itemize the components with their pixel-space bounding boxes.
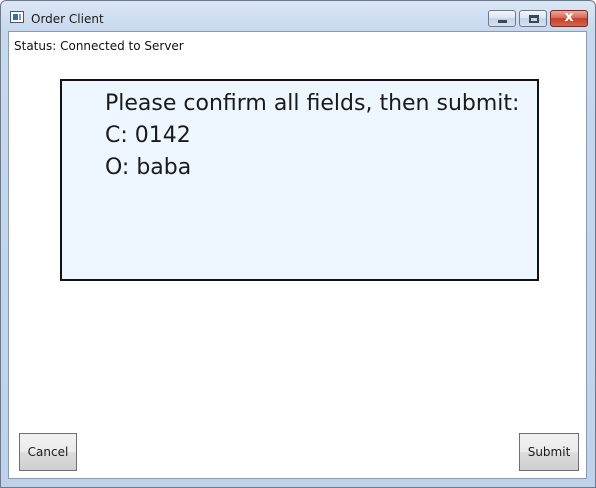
confirmation-prompt: Please confirm all fields, then submit: <box>105 91 520 116</box>
confirmation-field-o: O: baba <box>105 155 192 180</box>
app-window: Order Client x Status: Connected to Serv… <box>0 0 596 488</box>
confirmation-panel: Please confirm all fields, then submit: … <box>60 79 539 281</box>
close-button[interactable]: x <box>550 9 588 27</box>
maximize-icon <box>529 15 539 23</box>
close-icon: x <box>564 9 574 25</box>
cancel-button[interactable]: Cancel <box>19 433 77 471</box>
window-title: Order Client <box>31 12 104 26</box>
minimize-icon <box>498 20 507 23</box>
minimize-button[interactable] <box>488 10 516 27</box>
client-area: Status: Connected to Server Please confi… <box>8 31 587 479</box>
app-window-icon[interactable] <box>10 11 24 23</box>
status-text: Status: Connected to Server <box>14 39 184 53</box>
title-bar[interactable]: Order Client x <box>1 1 595 31</box>
confirmation-field-c: C: 0142 <box>105 123 191 148</box>
submit-button[interactable]: Submit <box>519 433 579 471</box>
maximize-button[interactable] <box>519 10 547 27</box>
